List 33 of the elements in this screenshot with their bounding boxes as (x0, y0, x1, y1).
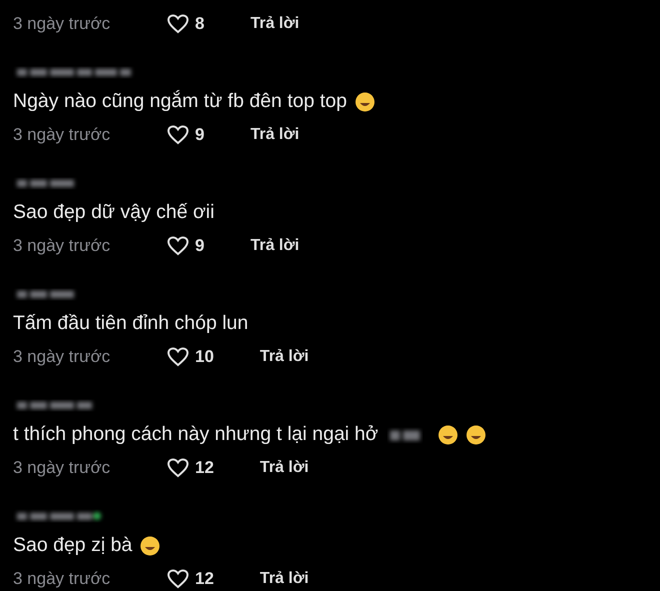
emoji-icon (354, 92, 375, 112)
comment-text: t thích phong cách này nhưng t lại ngại hở (13, 422, 378, 448)
heart-icon[interactable] (167, 458, 189, 478)
comment-text: Ngày nào cũng ngắm từ fb đên top top (13, 89, 347, 114)
comment-text: Sao đẹp zị bà (13, 533, 132, 558)
heart-icon[interactable] (167, 14, 189, 34)
like-count: 8 (195, 13, 204, 36)
reply-link[interactable]: Trả lời (260, 567, 309, 591)
heart-icon[interactable] (167, 236, 189, 256)
emoji-icon (466, 425, 486, 445)
comment-time: 3 ngày trước (13, 235, 112, 258)
comment-time: 3 ngày trước (13, 568, 112, 590)
emoji-icon (140, 536, 160, 556)
like-count: 10 (195, 346, 214, 368)
comment-time: 3 ngày trước (13, 13, 112, 36)
reply-link[interactable]: Trả lời (260, 456, 309, 480)
comment-text: Sao đẹp dữ vậy chế ơii (13, 200, 214, 226)
like-count: 9 (195, 235, 204, 258)
emoji-icon (438, 425, 458, 445)
reply-link[interactable]: Trả lời (260, 345, 309, 369)
heart-icon[interactable] (167, 569, 189, 589)
like-count: 12 (195, 457, 214, 480)
comment-text: Tấm đầu tiên đỉnh chóp lun (13, 311, 248, 336)
comment-time: 3 ngày trước (13, 457, 112, 480)
heart-icon[interactable] (167, 347, 189, 367)
like-count: 12 (195, 568, 214, 590)
heart-icon[interactable] (167, 125, 189, 145)
comment-time: 3 ngày trước (13, 124, 112, 146)
like-count: 9 (195, 124, 204, 146)
reply-link[interactable]: Trả lời (250, 123, 300, 147)
reply-link[interactable]: Trả lời (250, 12, 300, 36)
comment-time: 3 ngày trước (13, 346, 112, 368)
reply-link[interactable]: Trả lời (250, 234, 300, 258)
